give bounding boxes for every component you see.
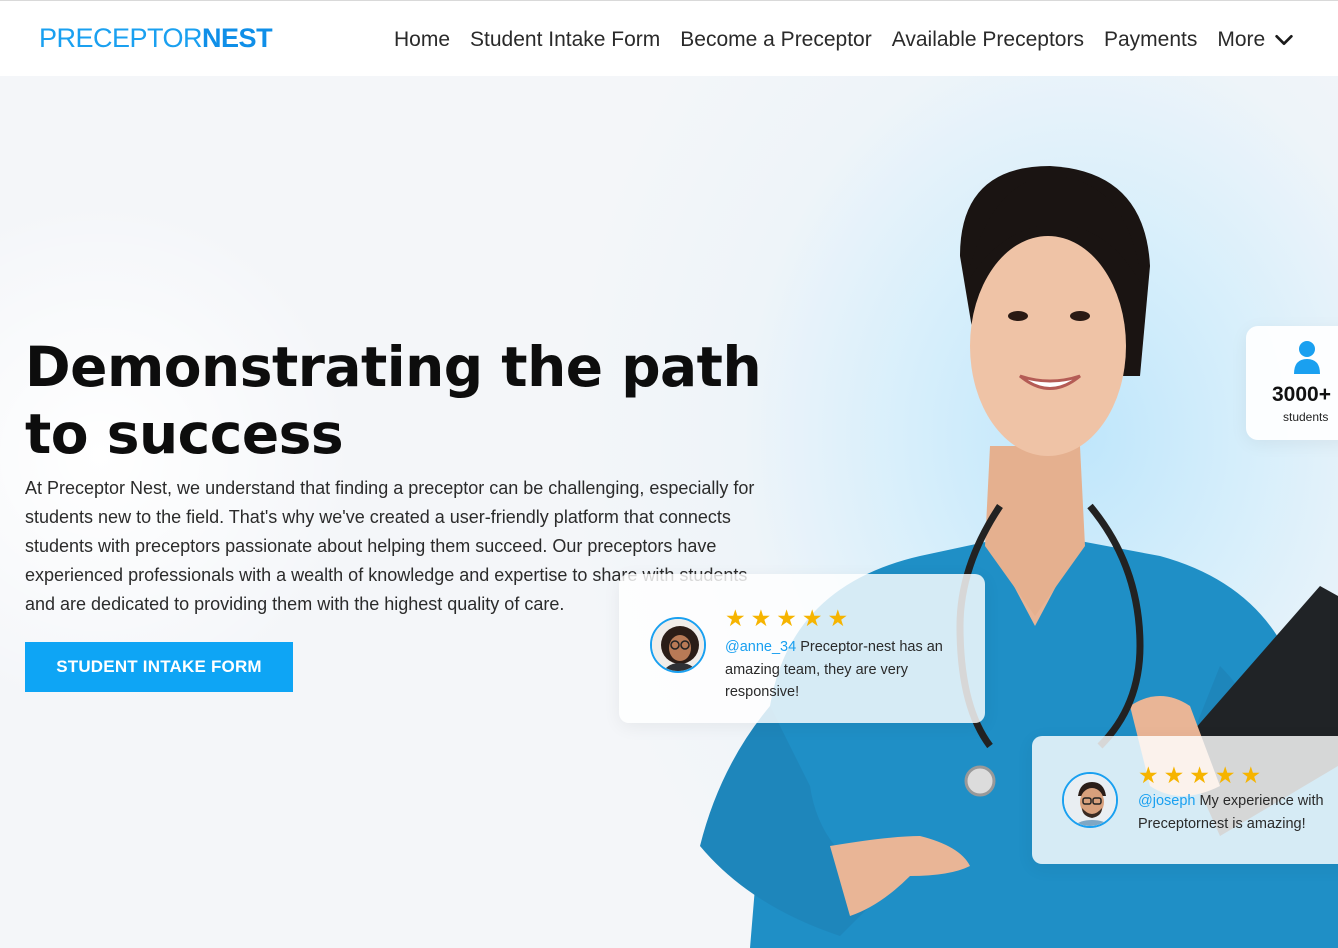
hero-headline: Demonstrating the path to success [25,335,762,466]
star-icon: ★ [1189,762,1210,788]
avatar [650,617,706,673]
star-icon: ★ [776,605,797,631]
star-icon: ★ [801,605,823,631]
avatar-joseph-image [1064,774,1116,826]
students-count: 3000+ [1272,383,1331,406]
students-stat-card: 3000+ students [1246,326,1338,440]
avatar [1062,772,1118,828]
review-card: ★ ★ ★ ★ ★ @joseph My experience with Pre… [1032,736,1338,864]
nav-student-intake-form[interactable]: Student Intake Form [470,25,660,55]
main-nav: Home Student Intake Form Become a Precep… [394,25,1295,55]
nav-become-a-preceptor[interactable]: Become a Preceptor [680,25,871,55]
review-handle[interactable]: @anne_34 [725,639,796,655]
review-text: @anne_34 Preceptor-nest has an amazing t… [725,636,955,704]
logo-part-nest: NEST [202,23,273,53]
nav-more[interactable]: More [1217,25,1295,55]
students-label: students [1283,410,1329,424]
review-rating: ★ ★ ★ ★ ★ [725,605,853,631]
site-header: PRECEPTORNEST Home Student Intake Form B… [0,0,1338,76]
nav-available-preceptors[interactable]: Available Preceptors [892,25,1084,55]
review-card: ★ ★ ★ ★ ★ @anne_34 Preceptor-nest has an… [619,574,985,723]
nav-payments[interactable]: Payments [1104,25,1197,55]
review-handle[interactable]: @joseph [1138,793,1195,809]
student-intake-form-button[interactable]: STUDENT INTAKE FORM [25,642,293,692]
star-icon: ★ [1163,762,1185,788]
star-icon: ★ [750,605,772,631]
avatar-anne-image [652,619,704,671]
logo[interactable]: PRECEPTORNEST [39,23,273,53]
chevron-down-icon [1275,34,1293,46]
nav-more-label: More [1217,28,1266,51]
review-rating: ★ ★ ★ ★ ★ [1138,762,1266,788]
logo-part-preceptor: PRECEPTOR [39,23,203,53]
nav-home[interactable]: Home [394,25,450,55]
star-icon: ★ [827,605,849,631]
star-icon: ★ [725,605,746,631]
user-icon [1294,341,1320,374]
star-icon: ★ [1138,762,1159,788]
hero-section: Demonstrating the path to success At Pre… [0,76,1338,948]
review-text: @joseph My experience with Preceptornest… [1138,790,1338,835]
star-icon: ★ [1214,762,1236,788]
star-icon: ★ [1240,762,1262,788]
